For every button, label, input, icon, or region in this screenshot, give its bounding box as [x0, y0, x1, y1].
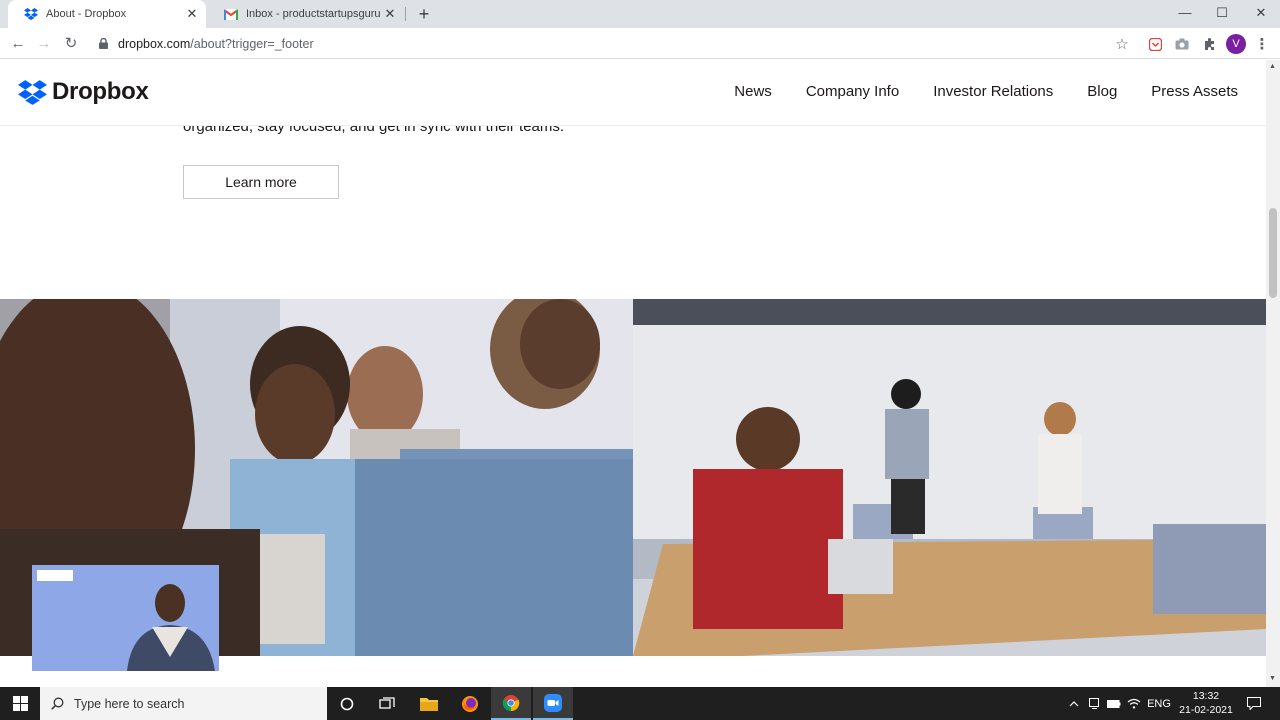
browser-toolbar: ← → ↻ dropbox.com/about?trigger=_footer …	[0, 28, 1280, 59]
task-view-icon[interactable]	[367, 687, 407, 720]
firefox-icon[interactable]	[450, 687, 490, 720]
search-placeholder: Type here to search	[74, 696, 185, 711]
page-scrollbar[interactable]: ▲ ▼	[1266, 60, 1280, 687]
close-window-icon[interactable]: ✕	[1242, 0, 1280, 28]
wifi-icon[interactable]	[1125, 687, 1143, 720]
nav-news[interactable]: News	[734, 83, 772, 100]
scroll-up-arrow-icon[interactable]: ▲	[1269, 63, 1276, 70]
nav-blog[interactable]: Blog	[1087, 83, 1117, 100]
address-bar[interactable]: dropbox.com/about?trigger=_footer	[92, 31, 1137, 56]
reload-icon[interactable]: ↻	[60, 33, 82, 55]
meeting-room-photo	[633, 299, 1266, 656]
language-indicator[interactable]: ENG	[1145, 687, 1173, 720]
windows-taskbar: Type here to search ENG 13:32 21-02-2021	[0, 687, 1280, 720]
new-tab-plus-icon[interactable]: +	[414, 4, 434, 24]
url-path: /about?trigger=_footer	[190, 36, 314, 51]
url-host: dropbox.com	[118, 36, 191, 51]
clock-time: 13:32	[1192, 690, 1220, 702]
cortana-icon[interactable]	[327, 687, 367, 720]
browser-tab-strip: About - Dropbox ✕ Inbox - productstartup…	[0, 0, 1280, 28]
chrome-taskbar-icon[interactable]	[491, 687, 531, 720]
search-icon	[40, 697, 74, 710]
nav-company-info[interactable]: Company Info	[806, 83, 899, 100]
maximize-icon[interactable]: ☐	[1203, 0, 1241, 28]
nav-press-assets[interactable]: Press Assets	[1151, 83, 1238, 100]
windows-start-icon[interactable]	[0, 687, 40, 720]
lock-icon	[92, 38, 114, 49]
tab-title: Inbox - productstartupsguru@gr	[246, 8, 380, 20]
gmail-favicon-icon	[224, 7, 238, 21]
url-text: dropbox.com/about?trigger=_footer	[118, 37, 314, 51]
extensions-puzzle-icon[interactable]	[1199, 34, 1219, 54]
file-explorer-icon[interactable]	[409, 687, 449, 720]
dropbox-logo[interactable]: Dropbox	[18, 78, 149, 106]
bookmark-star-icon[interactable]: ☆	[1112, 34, 1132, 54]
dropbox-favicon-icon	[24, 7, 38, 21]
camera-extension-icon[interactable]	[1172, 34, 1192, 54]
main-nav: News Company Info Investor Relations Blo…	[700, 83, 1238, 100]
clock-date: 21-02-2021	[1179, 704, 1233, 716]
tab-divider	[405, 7, 406, 21]
forward-arrow-icon[interactable]: →	[33, 33, 55, 55]
meet-now-icon[interactable]	[1086, 687, 1104, 720]
taskbar-search-box[interactable]: Type here to search	[40, 687, 327, 720]
presenter-webcam-overlay	[32, 565, 219, 671]
webcam-logo-icon	[37, 570, 73, 581]
tab-title: About - Dropbox	[46, 8, 127, 20]
scrollbar-thumb[interactable]	[1269, 208, 1277, 298]
tab-close-icon[interactable]: ✕	[182, 6, 202, 22]
scroll-down-arrow-icon[interactable]: ▼	[1269, 675, 1276, 682]
site-header: Dropbox News Company Info Investor Relat…	[0, 60, 1266, 126]
logo-wordmark: Dropbox	[52, 78, 149, 105]
nav-investor-relations[interactable]: Investor Relations	[933, 83, 1053, 100]
chrome-menu-icon[interactable]: ⋮	[1252, 34, 1272, 54]
tab-gmail-inbox[interactable]: Inbox - productstartupsguru@gr ✕	[208, 0, 404, 28]
battery-icon[interactable]	[1105, 687, 1123, 720]
minimize-icon[interactable]: —	[1166, 0, 1204, 28]
learn-more-button[interactable]: Learn more	[183, 165, 339, 199]
tab-about-dropbox[interactable]: About - Dropbox ✕	[8, 0, 206, 28]
tab-close-icon[interactable]: ✕	[380, 6, 400, 22]
back-arrow-icon[interactable]: ←	[7, 33, 29, 55]
zoom-icon[interactable]	[533, 687, 573, 720]
pocket-extension-icon[interactable]	[1145, 34, 1165, 54]
dropbox-logo-icon	[18, 79, 47, 105]
notifications-icon[interactable]	[1244, 687, 1264, 720]
show-hidden-icons-chevron-icon[interactable]	[1066, 687, 1082, 720]
profile-avatar[interactable]: V	[1226, 34, 1246, 54]
taskbar-clock[interactable]: 13:32 21-02-2021	[1176, 689, 1236, 717]
